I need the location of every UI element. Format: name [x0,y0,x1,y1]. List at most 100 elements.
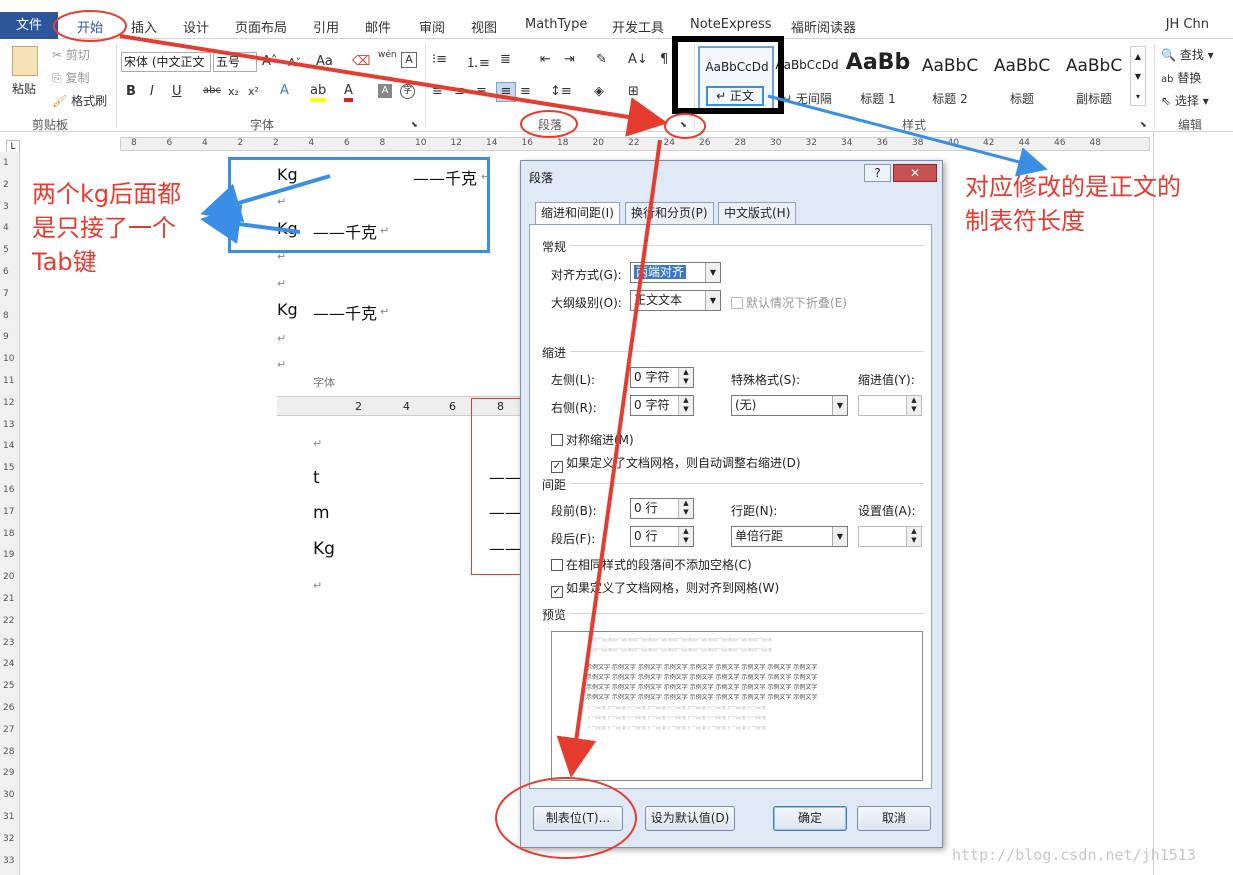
align-right-icon[interactable]: ≡ [476,84,487,99]
tab-page-layout[interactable]: 页面布局 [235,17,287,36]
sort-icon[interactable]: A↓ [628,52,648,67]
select-button[interactable]: ⇖ 选择 ▾ [1161,92,1209,109]
style-subtitle[interactable]: AaBbC 副标题 [1059,46,1129,110]
borders-icon[interactable]: ⊞ [628,84,639,99]
help-button[interactable]: ? [864,164,891,182]
shading-icon[interactable]: ◈ [594,84,604,99]
at-input[interactable]: ▲ ▼ [858,526,922,547]
horizontal-ruler[interactable]: 8 6 4 2 2 4 6 8 10 12 14 16 18 20 22 24 26 28 30 32 34 36 38 40… [120,137,1150,151]
decrease-indent-icon[interactable]: ⇤ [540,52,551,67]
shrink-font-icon[interactable]: A˅ [288,56,301,69]
align-center-icon[interactable]: ≡ [454,84,465,99]
spinner-icon[interactable]: ▲ ▼ [678,527,693,546]
spinner-icon[interactable]: ▲ ▼ [906,527,921,546]
cancel-button[interactable]: 取消 [857,806,931,831]
tabs-button[interactable]: 制表位(T)... [533,806,623,831]
enclose-char-icon[interactable]: 字 [400,84,415,99]
doc-list-m: m [313,503,330,523]
bold-button[interactable]: B [126,84,136,99]
tab-home[interactable]: 开始 [77,17,103,36]
tab-mailings[interactable]: 邮件 [365,17,391,36]
tab-noteexpress[interactable]: NoteExpress [690,17,772,32]
indent-by-input[interactable]: ▲ ▼ [858,395,922,416]
distributed-icon[interactable]: ≡ [520,84,531,99]
find-button[interactable]: 🔍 查找 ▾ [1161,46,1214,63]
outline-select[interactable]: 正文文本 ▼ [630,290,721,311]
font-dialog-launcher-icon[interactable]: ⬊ [411,120,418,129]
mirror-indent-checkbox[interactable]: 对称缩进(M) [551,431,634,448]
paste-icon[interactable] [12,46,38,76]
tab-insert[interactable]: 插入 [131,17,157,36]
left-indent-input[interactable]: 0 字符 ▲ ▼ [630,367,694,388]
close-button[interactable]: ✕ [893,164,937,182]
tab-mathtype[interactable]: MathType [525,17,587,32]
style-title[interactable]: AaBbC 标题 [987,46,1057,110]
styles-scroll[interactable]: ▲ ▼ ▾ [1130,46,1146,106]
spinner-icon[interactable]: ▲ ▼ [678,499,693,518]
auto-adjust-checkbox[interactable]: ✓ 如果定义了文档网格，则自动调整右缩进(D) [551,454,801,473]
multilevel-list-icon[interactable]: ≣ [500,52,511,67]
tab-asian-typography[interactable]: 中文版式(H) [718,202,797,225]
no-space-checkbox[interactable]: 在相同样式的段落间不添加空格(C) [551,556,752,573]
right-indent-input[interactable]: 0 字符 ▲ ▼ [630,395,694,416]
phonetic-guide-button[interactable]: wén [378,50,397,60]
char-shading-icon[interactable]: A [378,84,392,98]
alignment-select[interactable]: 两端对齐 ▼ [630,262,721,283]
copy-button[interactable]: ⎘ 复制 [52,69,89,86]
special-select[interactable]: (无) ▼ [731,395,848,416]
tab-review[interactable]: 审阅 [419,17,445,36]
snap-grid-checkbox[interactable]: ✓ 如果定义了文档网格，则对齐到网格(W) [551,579,779,598]
styles-dialog-launcher-icon[interactable]: ⬊ [1140,120,1147,129]
set-default-button[interactable]: 设为默认值(D) [645,806,735,831]
style-heading-2[interactable]: AaBbC 标题 2 [915,46,985,110]
ok-button[interactable]: 确定 [773,806,847,831]
change-case-button[interactable]: Aa [316,54,333,69]
space-before-input[interactable]: 0 行 ▲ ▼ [630,498,694,519]
cut-button[interactable]: ✂ 剪切 [52,46,90,63]
tab-indents-spacing[interactable]: 缩进和间距(I) [535,202,620,226]
spinner-icon[interactable]: ▲ ▼ [906,396,921,415]
format-painter-button[interactable]: 🖌 格式刷 [52,92,107,109]
tab-file[interactable]: 文件 [0,12,58,39]
line-spacing-icon[interactable]: ↕≡ [550,84,572,99]
tab-line-page-breaks[interactable]: 换行和分页(P) [625,202,714,225]
superscript-button[interactable]: x² [248,85,259,98]
grow-font-icon[interactable]: A˄ [262,54,277,69]
bullets-icon[interactable]: ⁝≡ [432,52,447,67]
tab-developer[interactable]: 开发工具 [612,17,664,36]
tab-foxit[interactable]: 福昕阅读器 [791,17,856,36]
paragraph-dialog-launcher-icon[interactable]: ⬊ [680,120,687,129]
align-left-icon[interactable]: ≡ [432,84,443,99]
ruler-tick: 7 [3,288,9,299]
clear-format-icon[interactable]: ⌫ [352,54,370,69]
justify-icon[interactable]: ≡ [496,82,516,102]
user-name[interactable]: JH Chn [1166,17,1209,32]
line-spacing-select[interactable]: 单倍行距 ▼ [731,526,848,547]
show-marks-icon[interactable]: ¶ [660,52,668,67]
font-name-select[interactable]: 宋体 (中文正文 [121,52,211,72]
collapse-checkbox[interactable]: 默认情况下折叠(E) [731,294,847,311]
replace-button[interactable]: ab 替换 [1161,69,1201,86]
char-border-icon[interactable]: A [401,52,417,68]
paste-button[interactable]: 粘贴 [12,80,36,97]
increase-indent-icon[interactable]: ⇥ [564,52,575,67]
underline-button[interactable]: U [172,84,182,99]
font-size-select[interactable]: 五号 [213,52,257,72]
ruler-tick: 29 [3,768,15,779]
tab-view[interactable]: 视图 [471,17,497,36]
font-color-button[interactable]: A [344,83,353,102]
space-after-input[interactable]: 0 行 ▲ ▼ [630,526,694,547]
numbering-icon[interactable]: ⒈≡ [466,52,490,71]
tab-references[interactable]: 引用 [313,17,339,36]
chinese-layout-icon[interactable]: ✎ [596,52,607,67]
text-effects-icon[interactable]: A [280,83,289,98]
tab-design[interactable]: 设计 [183,17,209,36]
spinner-icon[interactable]: ▲ ▼ [678,368,693,387]
subscript-button[interactable]: x₂ [228,85,239,98]
style-heading-1[interactable]: AaBb 标题 1 [843,46,913,110]
spinner-icon[interactable]: ▲ ▼ [678,396,693,415]
italic-button[interactable]: I [150,84,154,99]
highlight-icon[interactable]: ab [310,83,327,102]
strikethrough-button[interactable]: abc [203,85,221,96]
ruler-tick: 11 [3,376,15,386]
